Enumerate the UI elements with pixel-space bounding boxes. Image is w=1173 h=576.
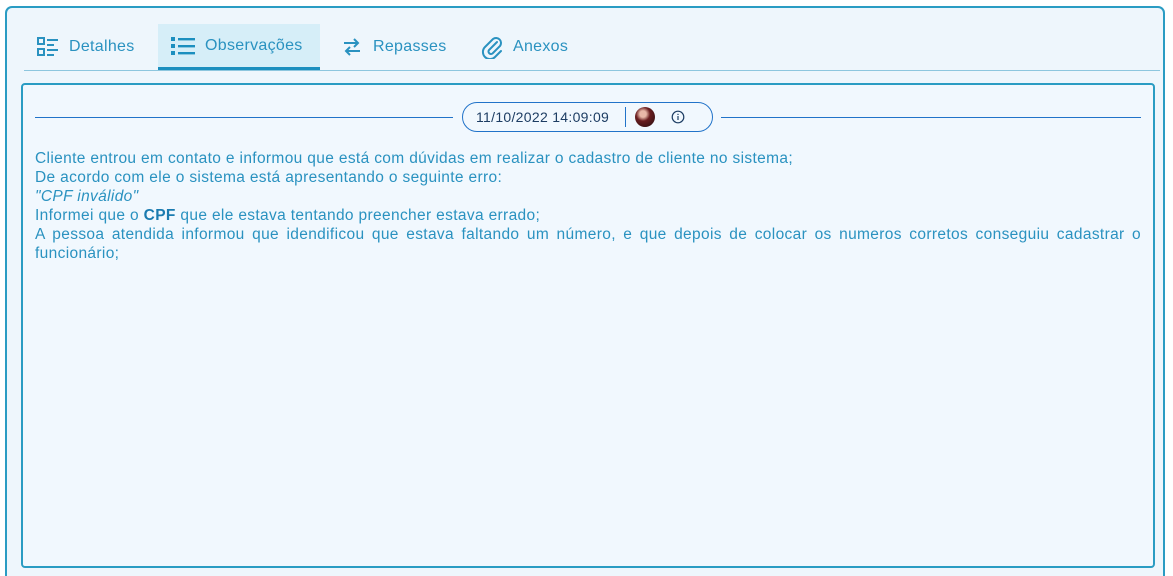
tab-anexos[interactable]: Anexos bbox=[468, 24, 588, 70]
error-quote: "CPF inválido" bbox=[35, 188, 139, 205]
tab-detalhes-label: Detalhes bbox=[69, 38, 135, 55]
tab-repasses[interactable]: Repasses bbox=[328, 24, 458, 70]
meta-separator bbox=[625, 107, 626, 127]
tab-anexos-label: Anexos bbox=[513, 38, 569, 55]
observation-timestamp: 11/10/2022 14:09:09 bbox=[476, 109, 610, 125]
divider-left bbox=[35, 117, 453, 118]
observation-text: Cliente entrou em contato e informou que… bbox=[35, 149, 1141, 263]
tab-repasses-label: Repasses bbox=[373, 38, 447, 55]
note-line: "CPF inválido" bbox=[35, 187, 1141, 206]
info-icon[interactable] bbox=[671, 110, 685, 124]
paperclip-icon bbox=[481, 35, 503, 59]
note-text: que ele estava tentando preencher estava… bbox=[175, 207, 541, 224]
note-line: De acordo com ele o sistema está apresen… bbox=[35, 169, 503, 186]
list-details-icon bbox=[37, 37, 59, 57]
note-bold: CPF bbox=[143, 207, 176, 224]
note-line: A pessoa atendida informou que idendific… bbox=[35, 226, 1141, 262]
observation-meta: 11/10/2022 14:09:09 bbox=[462, 102, 713, 132]
tab-observacoes-label: Observações bbox=[205, 36, 303, 54]
divider-right bbox=[721, 117, 1141, 118]
tab-observacoes[interactable]: Observações bbox=[158, 24, 320, 70]
observation-card: 11/10/2022 14:09:09 Cliente entrou em co… bbox=[21, 83, 1155, 568]
list-bullets-icon bbox=[171, 36, 195, 56]
tab-detalhes[interactable]: Detalhes bbox=[24, 24, 154, 70]
note-text: Informei que o bbox=[35, 207, 144, 224]
swap-arrows-icon bbox=[341, 37, 363, 57]
tab-bar: Detalhes Observações Repasses Anexos bbox=[24, 24, 1160, 71]
note-line: Cliente entrou em contato e informou que… bbox=[35, 150, 794, 167]
user-avatar[interactable] bbox=[635, 107, 655, 127]
detail-panel: Detalhes Observações Repasses Anexos 11/… bbox=[5, 6, 1165, 576]
note-line: Informei que o CPF que ele estava tentan… bbox=[35, 206, 1141, 225]
